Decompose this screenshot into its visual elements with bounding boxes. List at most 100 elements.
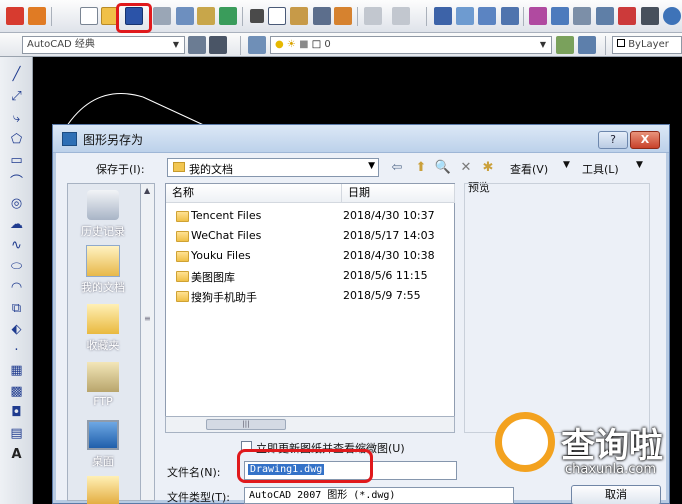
layer-combo[interactable]: ● ☀ ■ □ 0 ▼ xyxy=(270,36,552,54)
standard-toolbar xyxy=(0,0,682,33)
ftp-icon xyxy=(87,362,119,392)
plot-preview-icon[interactable] xyxy=(176,7,194,25)
new-sheet-icon[interactable] xyxy=(6,7,24,25)
list-item[interactable]: Tencent Files 2018/4/30 10:37 xyxy=(166,206,454,226)
cancel-button[interactable]: 取消 xyxy=(571,485,661,504)
design-center-icon[interactable] xyxy=(551,7,569,25)
qnew-icon[interactable] xyxy=(28,7,46,25)
pan-icon[interactable] xyxy=(434,7,452,25)
properties-icon[interactable] xyxy=(529,7,547,25)
table-icon[interactable]: ▤ xyxy=(9,426,24,441)
circle-icon[interactable]: ◎ xyxy=(9,196,24,211)
color-combo[interactable]: ByLayer xyxy=(612,36,682,54)
copy-icon[interactable] xyxy=(268,7,286,25)
undo-icon[interactable] xyxy=(364,7,382,25)
polygon-icon[interactable]: ⬠ xyxy=(9,132,24,147)
markup-icon[interactable] xyxy=(618,7,636,25)
region-icon[interactable]: ◘ xyxy=(9,405,24,420)
block-editor-icon[interactable] xyxy=(334,7,352,25)
workspace-combo[interactable]: AutoCAD 经典 ▼ xyxy=(22,36,185,54)
view-menu[interactable]: 查看(V) xyxy=(510,161,548,177)
save-button-highlight xyxy=(116,3,152,33)
column-header-name[interactable]: 名称 xyxy=(166,184,342,203)
dialog-titlebar[interactable]: 图形另存为 ? X xyxy=(53,125,669,153)
file-list-hscrollbar[interactable]: ||| xyxy=(165,416,455,433)
close-button[interactable]: X xyxy=(630,131,660,149)
spline-icon[interactable]: ∿ xyxy=(9,238,24,253)
delete-icon[interactable]: ✕ xyxy=(456,158,476,177)
help-icon[interactable] xyxy=(663,7,681,25)
place-favorites[interactable]: 收藏夹 xyxy=(68,304,138,353)
list-item[interactable]: WeChat Files 2018/5/17 14:03 xyxy=(166,226,454,246)
new-file-icon[interactable] xyxy=(80,7,98,25)
construction-line-icon[interactable]: ⤢ xyxy=(9,89,24,104)
save-in-label: 保存于(I): xyxy=(96,163,145,176)
insert-block-icon[interactable]: ⧉ xyxy=(9,301,24,316)
match-properties-icon[interactable] xyxy=(313,7,331,25)
line-icon[interactable]: ╱ xyxy=(9,67,24,82)
ellipse-icon[interactable]: ⬭ xyxy=(9,259,24,274)
chevron-down-icon: ▼ xyxy=(368,161,375,171)
gradient-icon[interactable]: ▩ xyxy=(9,384,24,399)
layer-manager-icon[interactable] xyxy=(248,36,266,54)
save-in-value: 我的文档 xyxy=(189,163,233,176)
sun-icon: ☀ xyxy=(286,39,296,50)
lock-icon: ■ xyxy=(299,39,309,50)
tool-palettes-icon[interactable] xyxy=(573,7,591,25)
filetype-label: 文件类型(T): xyxy=(167,491,231,504)
point-icon[interactable]: · xyxy=(9,343,24,358)
multiline-text-icon[interactable]: A xyxy=(9,447,24,462)
scroll-thumb[interactable]: ||| xyxy=(206,419,286,430)
place-history[interactable]: 历史记录 xyxy=(68,190,138,239)
help-button[interactable]: ? xyxy=(598,131,628,149)
make-block-icon[interactable]: ⬖ xyxy=(9,322,24,337)
watermark-logo-icon xyxy=(495,412,555,472)
place-my-documents[interactable]: 我的文档 xyxy=(68,245,138,295)
arc-icon[interactable]: ⌒ xyxy=(9,175,24,190)
zoom-realtime-icon[interactable] xyxy=(456,7,474,25)
watermark: 查询啦 chaxunla.com xyxy=(495,412,677,484)
polyline-icon[interactable]: ⤷ xyxy=(9,111,24,126)
calculator-icon[interactable] xyxy=(641,7,659,25)
scroll-grip-icon[interactable]: ≡ xyxy=(144,314,151,323)
workspace-settings-icon[interactable] xyxy=(188,36,206,54)
sheet-set-icon[interactable] xyxy=(596,7,614,25)
publish-icon[interactable] xyxy=(197,7,215,25)
ellipse-arc-icon[interactable]: ◠ xyxy=(9,280,24,295)
column-header-date[interactable]: 日期 xyxy=(342,184,455,203)
folder-icon xyxy=(173,162,185,172)
paste-icon[interactable] xyxy=(290,7,308,25)
tools-menu[interactable]: 工具(L) xyxy=(582,161,619,177)
place-more[interactable] xyxy=(68,476,138,504)
print-icon[interactable] xyxy=(153,7,171,25)
rectangle-icon[interactable]: ▭ xyxy=(9,153,24,168)
search-web-icon[interactable]: 🔍 xyxy=(433,158,453,177)
place-ftp[interactable]: FTP xyxy=(68,362,138,408)
hatch-icon[interactable]: ▦ xyxy=(9,363,24,378)
list-item[interactable]: 搜狗手机助手 2018/5/9 7:55 xyxy=(166,286,454,306)
list-item[interactable]: Youku Files 2018/4/30 10:38 xyxy=(166,246,454,266)
redo-icon[interactable] xyxy=(392,7,410,25)
places-scrollbar[interactable]: ▲ ≡ xyxy=(140,183,155,501)
my-workspace-icon[interactable] xyxy=(209,36,227,54)
zoom-window-icon[interactable] xyxy=(478,7,496,25)
scroll-up-icon[interactable]: ▲ xyxy=(144,186,150,195)
3d-dwf-icon[interactable] xyxy=(219,7,237,25)
back-icon[interactable]: ⇦ xyxy=(387,158,407,177)
file-name: Youku Files xyxy=(191,249,251,262)
place-desktop[interactable]: 桌面 xyxy=(68,420,138,469)
create-folder-icon[interactable]: ✱ xyxy=(478,158,498,177)
revision-cloud-icon[interactable]: ☁ xyxy=(9,217,24,232)
filetype-combo[interactable]: AutoCAD 2007 图形 (*.dwg) xyxy=(244,487,514,504)
make-current-layer-icon[interactable] xyxy=(556,36,574,54)
cut-icon[interactable] xyxy=(248,7,266,25)
list-item[interactable]: 美图图库 2018/5/6 11:15 xyxy=(166,266,454,286)
layer-previous-icon[interactable] xyxy=(578,36,596,54)
file-list[interactable]: 名称 日期 Tencent Files 2018/4/30 10:37 WeCh… xyxy=(165,183,455,433)
chevron-down-icon[interactable]: ▼ xyxy=(563,160,570,170)
place-label: 历史记录 xyxy=(81,225,125,238)
chevron-down-icon[interactable]: ▼ xyxy=(636,160,643,170)
up-folder-icon[interactable]: ⬆ xyxy=(411,158,431,177)
zoom-previous-icon[interactable] xyxy=(501,7,519,25)
save-in-combo[interactable]: 我的文档 ▼ xyxy=(167,158,379,177)
